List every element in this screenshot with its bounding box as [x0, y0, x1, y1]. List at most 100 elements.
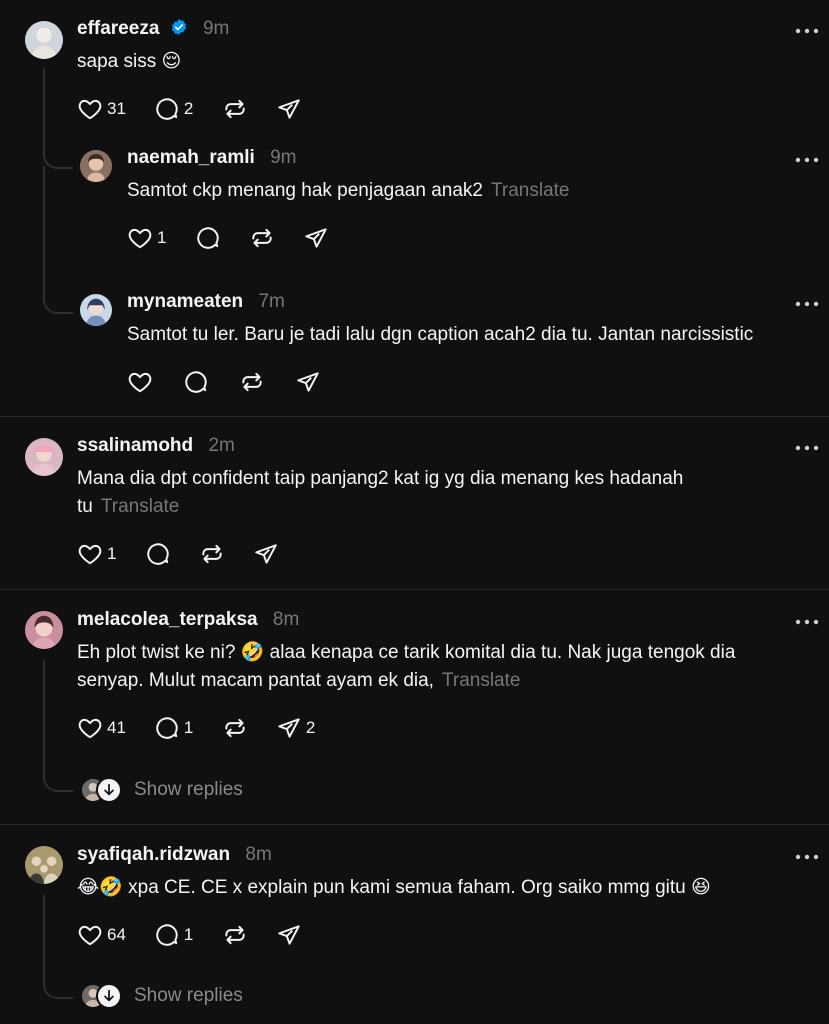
post-text-line: Mana dia dpt confident taip panjang2 kat… — [77, 468, 684, 489]
like-button[interactable]: 31 — [77, 94, 126, 124]
repost-button[interactable] — [222, 94, 248, 124]
action-bar — [127, 367, 349, 397]
more-options-icon[interactable] — [795, 155, 819, 165]
repost-button[interactable] — [249, 223, 275, 253]
like-button[interactable]: 1 — [127, 223, 167, 253]
post-text: Eh plot twist ke ni? 🤣 alaa kenapa ce ta… — [77, 639, 735, 695]
comment-button[interactable] — [195, 223, 221, 253]
like-count: 41 — [107, 718, 126, 737]
send-icon — [276, 715, 302, 741]
post-text: Samtot ckp menang hak penjagaan anak2 Tra… — [127, 177, 569, 205]
avatar[interactable] — [80, 150, 112, 182]
more-options-icon[interactable] — [795, 852, 819, 862]
thread-post: syafiqah.ridzwan 8m 😂🤣 xpa CE. CE x expl… — [0, 825, 829, 1024]
share-button[interactable]: 2 — [276, 713, 316, 743]
comment-button[interactable]: 1 — [154, 920, 194, 950]
action-bar: 1 — [77, 539, 307, 569]
username[interactable]: syafiqah.ridzwan 8m — [77, 844, 272, 866]
more-options-icon[interactable] — [795, 443, 819, 453]
post-time: 7m — [258, 291, 285, 312]
comment-icon — [154, 715, 180, 741]
like-button[interactable]: 64 — [77, 920, 126, 950]
comment-button[interactable]: 2 — [154, 94, 194, 124]
like-button[interactable]: 1 — [77, 539, 117, 569]
post-text: sapa siss 😌 — [77, 51, 182, 72]
username[interactable]: effareeza 9m — [77, 18, 229, 40]
avatar[interactable] — [25, 438, 63, 476]
translate-link[interactable]: Translate — [491, 180, 570, 201]
comment-count: 2 — [183, 99, 194, 118]
translate-link[interactable]: Translate — [442, 670, 521, 691]
share-button[interactable] — [276, 920, 302, 950]
repost-icon — [222, 96, 248, 122]
show-replies-label[interactable]: Show replies — [134, 985, 243, 1007]
username-text[interactable]: syafiqah.ridzwan — [77, 844, 230, 865]
post-text: 😂🤣 xpa CE. CE x explain pun kami semua f… — [77, 877, 711, 898]
like-button[interactable] — [127, 367, 153, 397]
more-options-icon[interactable] — [795, 299, 819, 309]
username-text[interactable]: naemah_ramli — [127, 147, 255, 168]
username-text[interactable]: effareeza — [77, 18, 159, 39]
thread-line — [43, 895, 45, 985]
like-button[interactable]: 41 — [77, 713, 126, 743]
comment-count: 1 — [183, 925, 194, 944]
avatar[interactable] — [25, 846, 63, 884]
verified-badge-icon — [171, 19, 186, 35]
share-button[interactable] — [253, 539, 279, 569]
send-icon — [276, 96, 302, 122]
post-time: 8m — [272, 609, 300, 630]
avatar[interactable] — [25, 21, 63, 59]
repost-button[interactable] — [222, 920, 248, 950]
avatar[interactable] — [25, 611, 63, 649]
arrow-down-icon — [96, 777, 122, 803]
comment-button[interactable]: 1 — [154, 713, 194, 743]
post-text: Samtot tu ler. Baru je tadi lalu dgn cap… — [127, 324, 754, 345]
more-options-icon[interactable] — [795, 26, 819, 36]
repost-button[interactable] — [199, 539, 225, 569]
thread-post: ssalinamohd 2m Mana dia dpt confident ta… — [0, 417, 829, 589]
repost-icon — [222, 715, 248, 741]
comment-count: 1 — [183, 718, 194, 737]
comment-icon — [145, 541, 171, 567]
repost-icon — [249, 225, 275, 251]
thread-line — [43, 166, 45, 290]
action-bar: 41 1 2 — [77, 713, 344, 743]
share-count: 2 — [305, 718, 316, 737]
username[interactable]: mynameaten 7m — [127, 291, 285, 313]
username-text[interactable]: melacolea_terpaksa — [77, 609, 258, 630]
repost-button[interactable] — [222, 713, 248, 743]
show-replies-label[interactable]: Show replies — [134, 779, 243, 801]
show-replies-button[interactable]: Show replies — [80, 777, 243, 803]
repost-button[interactable] — [239, 367, 265, 397]
username-text[interactable]: ssalinamohd — [77, 435, 193, 456]
post-text-line: senyap. Mulut macam pantat ayam ek dia, T… — [77, 667, 735, 695]
like-count: 31 — [107, 99, 126, 118]
arrow-down-icon — [96, 983, 122, 1009]
avatar[interactable] — [80, 294, 112, 326]
heart-icon — [77, 715, 103, 741]
show-replies-button[interactable]: Show replies — [80, 983, 243, 1009]
share-button[interactable] — [276, 94, 302, 124]
post-text-line: Eh plot twist ke ni? 🤣 alaa kenapa ce ta… — [77, 642, 736, 663]
thread-connector — [43, 143, 73, 169]
share-button[interactable] — [303, 223, 329, 253]
like-count: 1 — [157, 228, 167, 247]
comment-icon — [154, 922, 180, 948]
comment-icon — [195, 225, 221, 251]
heart-icon — [77, 541, 103, 567]
share-button[interactable] — [295, 367, 321, 397]
username[interactable]: ssalinamohd 2m — [77, 435, 235, 457]
username[interactable]: naemah_ramli 9m — [127, 147, 296, 169]
action-bar: 64 1 — [77, 920, 330, 950]
thread-line — [43, 68, 45, 145]
more-options-icon[interactable] — [795, 617, 819, 627]
comment-icon — [183, 369, 209, 395]
heart-icon — [77, 922, 103, 948]
username-text[interactable]: mynameaten — [127, 291, 243, 312]
comment-button[interactable] — [145, 539, 171, 569]
post-text-line-content: tu — [77, 496, 93, 517]
comment-button[interactable] — [183, 367, 209, 397]
translate-link[interactable]: Translate — [101, 496, 180, 517]
username[interactable]: melacolea_terpaksa 8m — [77, 609, 299, 631]
post-time: 8m — [245, 844, 272, 865]
